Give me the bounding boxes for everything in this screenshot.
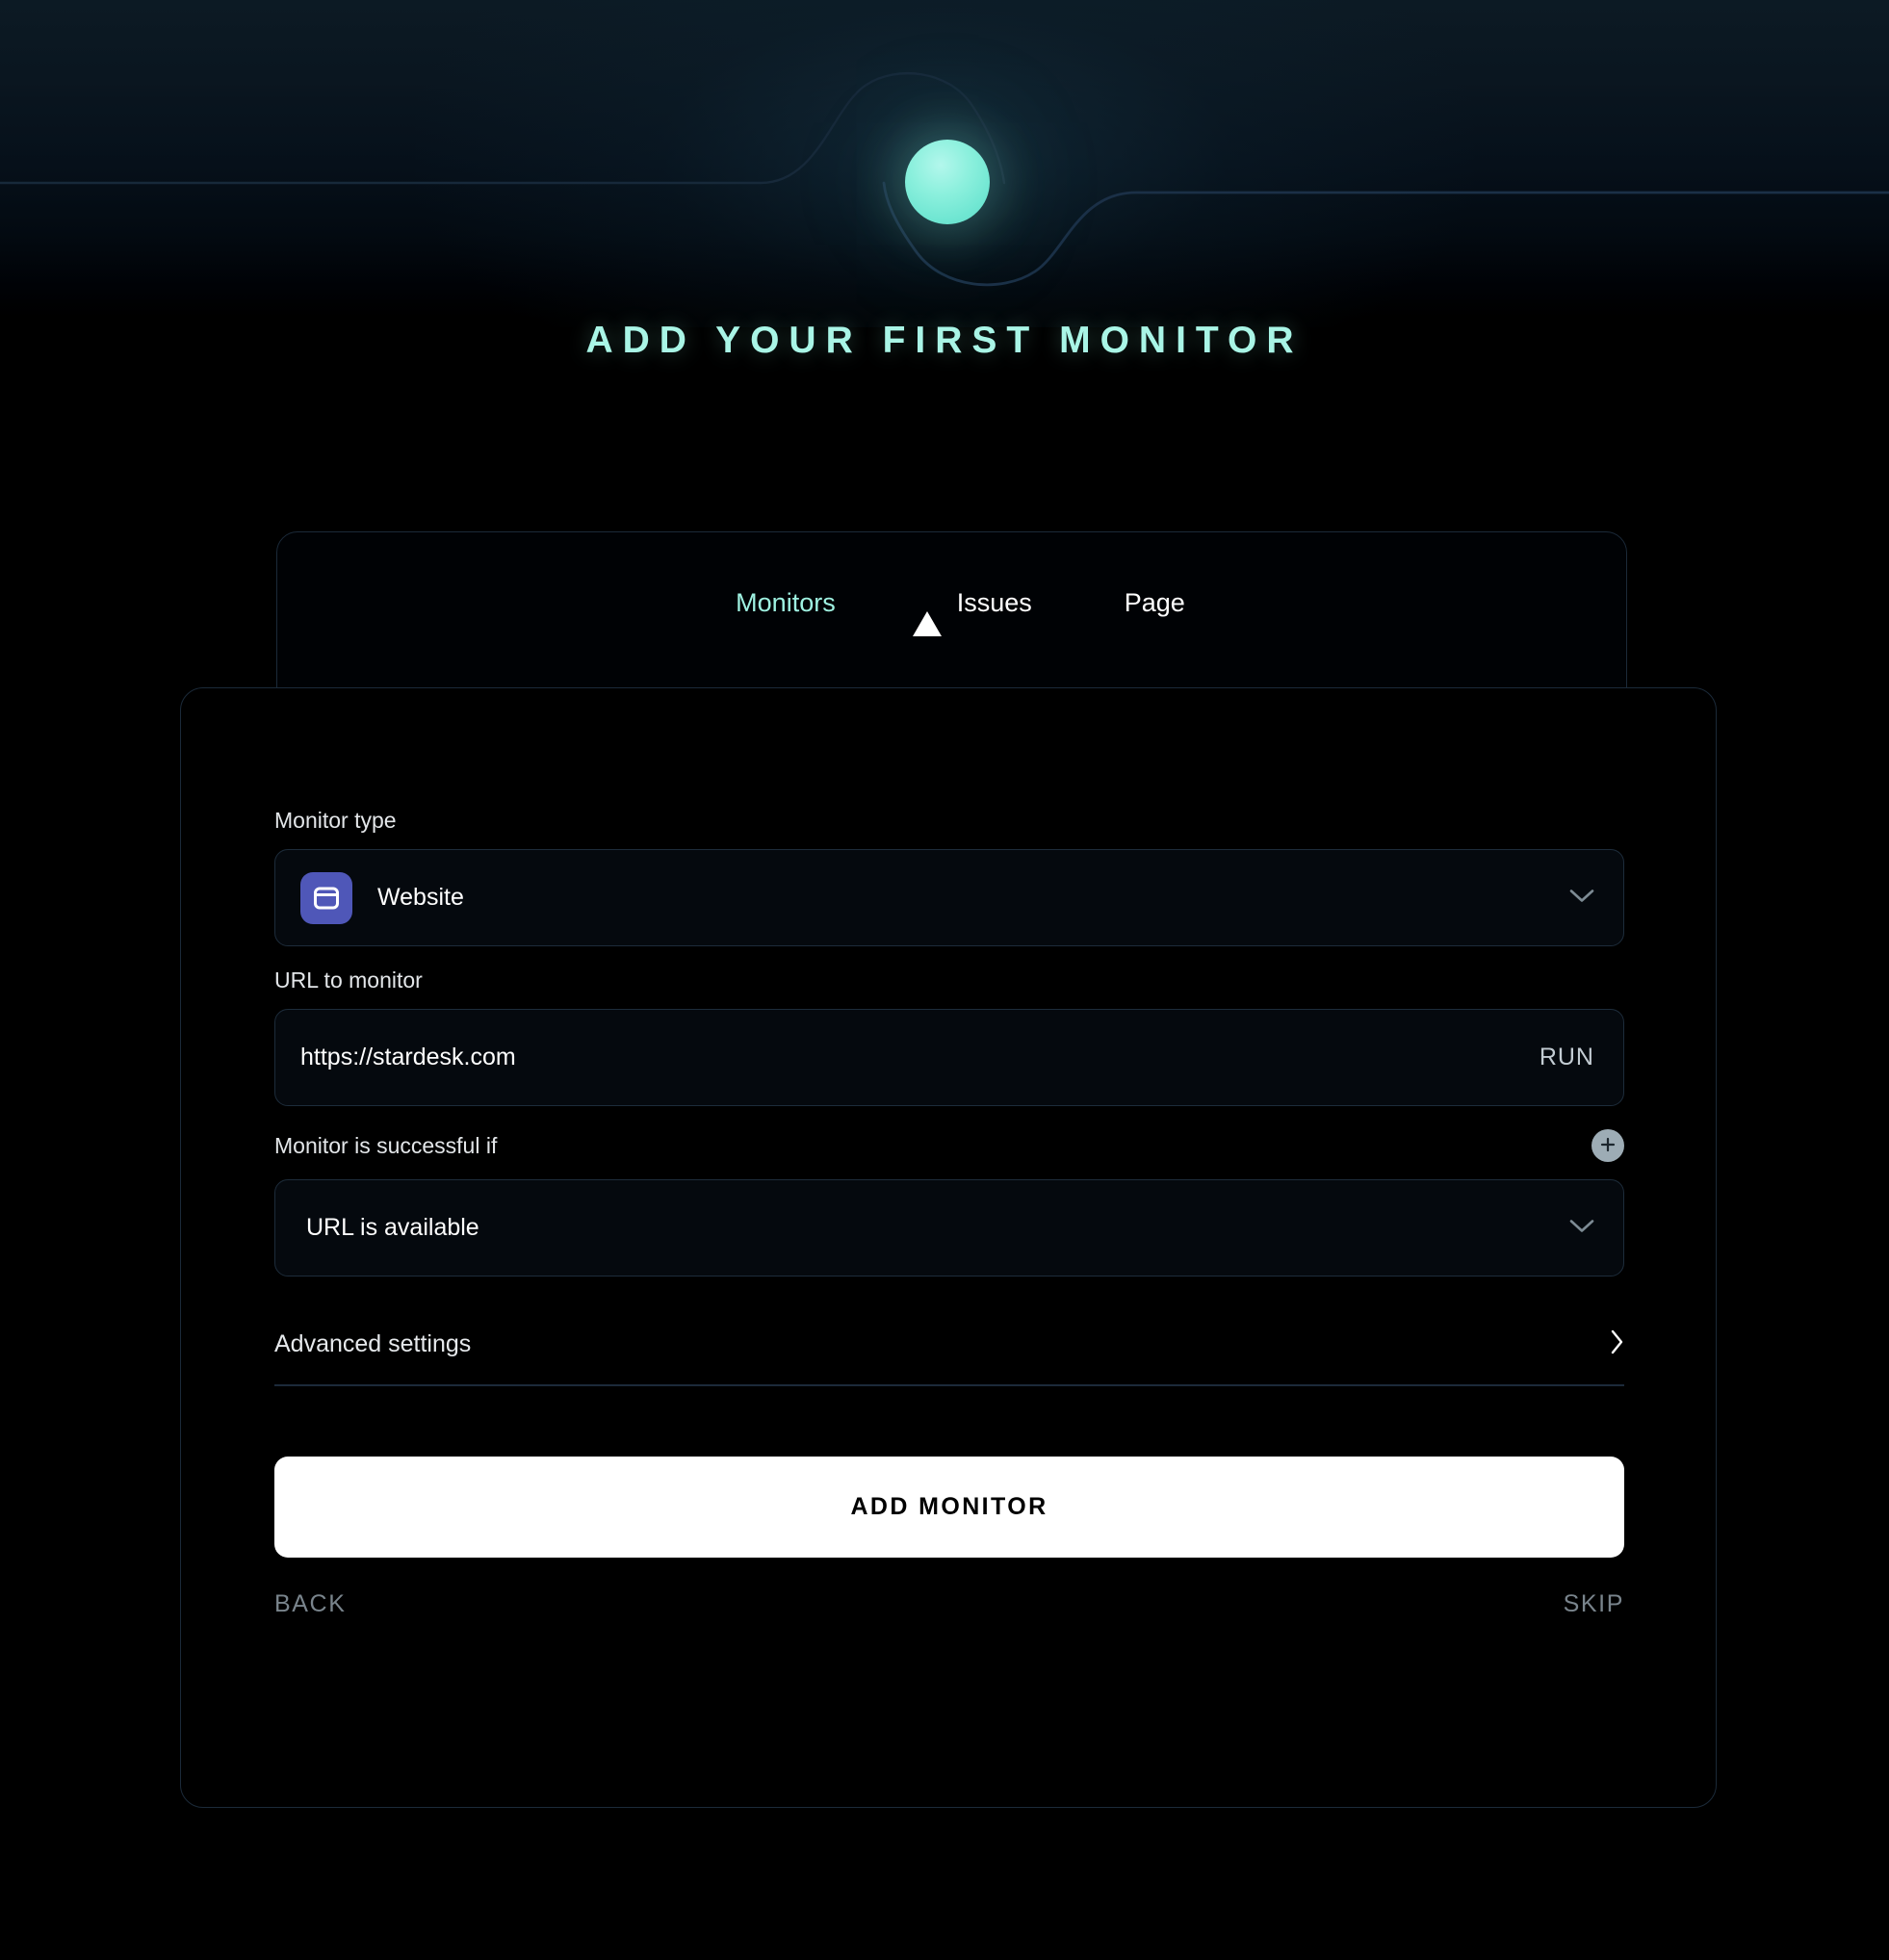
advanced-settings-row[interactable]: Advanced settings — [274, 1329, 1624, 1386]
advanced-settings-label: Advanced settings — [274, 1330, 472, 1357]
chevron-down-icon — [1569, 1218, 1594, 1238]
triangle-icon — [912, 594, 942, 636]
page-title: ADD YOUR FIRST MONITOR — [585, 320, 1304, 361]
condition-value: URL is available — [306, 1214, 479, 1241]
tab-bar: Monitors Issues Page — [277, 586, 1628, 636]
tab-page[interactable]: Page — [1101, 586, 1193, 620]
back-button[interactable]: BACK — [274, 1590, 346, 1618]
add-monitor-button[interactable]: ADD MONITOR — [274, 1457, 1624, 1558]
browser-window-icon — [300, 871, 352, 924]
monitor-type-label: Monitor type — [274, 808, 397, 833]
tab-monitors[interactable]: Monitors — [712, 586, 843, 620]
monitor-type-value: Website — [377, 884, 464, 911]
monitor-form-card: Monitor type Website URL to monitor http… — [180, 687, 1717, 1808]
chevron-right-icon — [1609, 1329, 1624, 1359]
monitor-form: Monitor type Website URL to monitor http… — [181, 688, 1718, 1809]
form-footer: BACK SKIP — [274, 1590, 1624, 1618]
tab-page-label: Page — [1124, 588, 1185, 617]
tab-issues-label: Issues — [956, 588, 1032, 617]
tab-monitors-label: Monitors — [736, 588, 836, 617]
monitor-type-select[interactable]: Website — [274, 849, 1624, 946]
tab-issues[interactable]: Issues — [905, 586, 1040, 636]
skip-button[interactable]: SKIP — [1564, 1590, 1624, 1618]
url-field-wrapper: RUN — [274, 1009, 1624, 1106]
plus-icon — [1599, 1136, 1617, 1156]
run-button[interactable]: RUN — [1536, 1044, 1598, 1071]
condition-select[interactable]: URL is available — [274, 1179, 1624, 1277]
condition-label: Monitor is successful if — [274, 1132, 498, 1158]
add-condition-button[interactable] — [1591, 1129, 1624, 1162]
url-input[interactable] — [300, 1044, 1536, 1071]
chevron-down-icon — [1569, 888, 1594, 908]
condition-label-row: Monitor is successful if — [274, 1129, 1624, 1162]
url-label: URL to monitor — [274, 967, 423, 993]
teal-orb — [905, 140, 990, 224]
onboarding-screen: ADD YOUR FIRST MONITOR Monitors Issues P… — [0, 0, 1889, 1960]
